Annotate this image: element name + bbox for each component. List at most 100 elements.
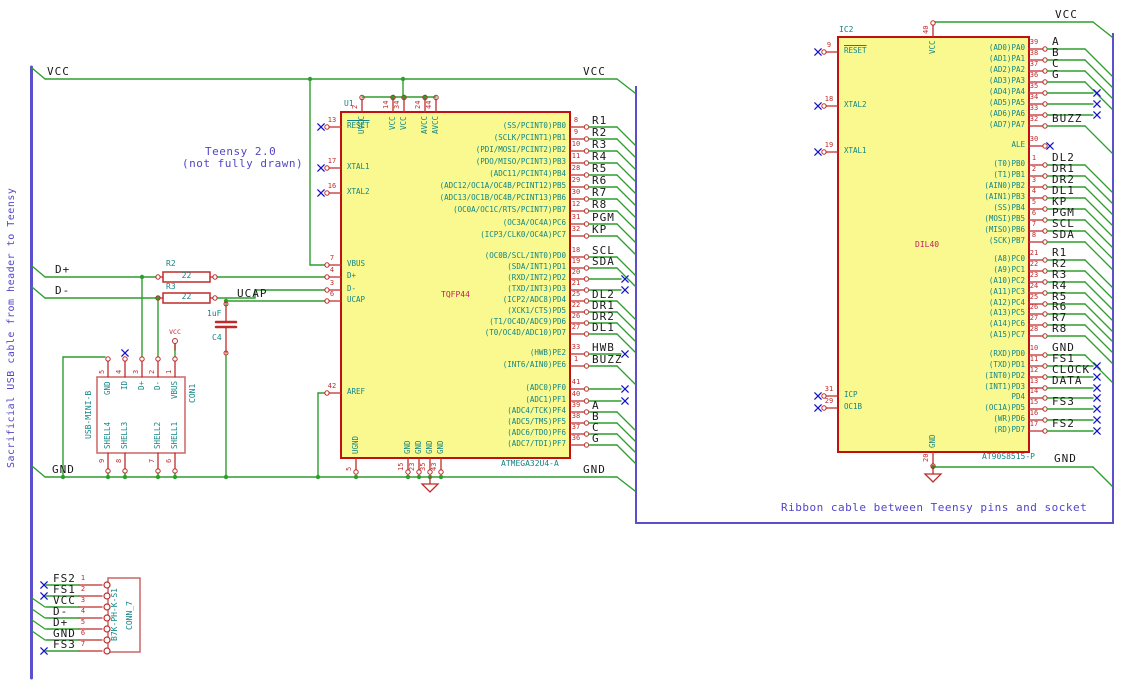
ic2-pin-number: 5 bbox=[1031, 198, 1037, 206]
ic2-pin-name: (A10)PC2 bbox=[988, 276, 1025, 285]
u1-value[interactable]: ATMEGA32U4-A bbox=[501, 460, 559, 468]
ic2-reference[interactable]: IC2 bbox=[839, 26, 853, 34]
c4-reference[interactable]: C4 bbox=[212, 334, 222, 342]
usb-pin-number: 6 bbox=[165, 458, 173, 463]
ic2-pin-name: (MOSI)PB5 bbox=[984, 214, 1025, 223]
c4-value[interactable]: 1uF bbox=[207, 310, 221, 318]
ic2-pin-number: 12 bbox=[1029, 366, 1039, 374]
ic2-pin-name: (AIN1)PB3 bbox=[984, 192, 1025, 201]
u1-pin-number: 31 bbox=[571, 213, 581, 221]
u1-pin-number: 38 bbox=[571, 412, 581, 420]
net-label-r1[interactable]: R1 bbox=[592, 115, 607, 126]
net-label-r6[interactable]: R6 bbox=[592, 175, 607, 186]
u1-pin-name: (ADC4/TCK)PF4 bbox=[507, 406, 566, 415]
u1-pin-number: 12 bbox=[571, 200, 581, 208]
ic2-pin-number: 16 bbox=[1029, 409, 1039, 417]
net-label-r3[interactable]: R3 bbox=[592, 139, 607, 150]
ic2-value[interactable]: AT90S8515-P bbox=[982, 453, 1035, 461]
usb-value[interactable]: USB-MINI-B bbox=[84, 391, 93, 439]
net-label-ic2-vcc[interactable]: VCC bbox=[1055, 9, 1078, 20]
ic2-pin-name: (AIN0)PB2 bbox=[984, 181, 1025, 190]
u1-pin-name: (HWB)PE2 bbox=[529, 348, 566, 357]
ic2-pin-name: (AD4)PA4 bbox=[988, 87, 1025, 96]
ic2-footprint[interactable]: DIL40 bbox=[915, 241, 939, 249]
ic2-pin-name: (A9)PC1 bbox=[993, 265, 1025, 274]
u1-pin-number: 26 bbox=[571, 312, 581, 320]
net-label-vcc-left[interactable]: VCC bbox=[47, 66, 70, 77]
r3-value[interactable]: 22 bbox=[163, 293, 210, 301]
net-label-g[interactable]: G bbox=[592, 433, 600, 444]
ic2-pin-number: 1 bbox=[1031, 154, 1037, 162]
u1-pin-number: 22 bbox=[571, 301, 581, 309]
net-label-fs3[interactable]: FS3 bbox=[53, 639, 76, 650]
u1-pin-number: 25 bbox=[571, 290, 581, 298]
ic2-pin-name: XTAL2 bbox=[844, 100, 867, 109]
ic2-pin-name: RESET bbox=[844, 46, 867, 55]
u1-pin-name: (SDA/INT1)PD1 bbox=[507, 262, 566, 271]
u1-pin-name: (OC0B/SCL/INT0)PD0 bbox=[484, 251, 566, 260]
u1-pin-number: 30 bbox=[571, 188, 581, 196]
net-label-r8[interactable]: R8 bbox=[1052, 323, 1067, 334]
conn7-pin-number: 5 bbox=[80, 618, 86, 626]
u1-pin-number: 14 bbox=[382, 100, 390, 109]
ic2-pin-name: VCC bbox=[928, 40, 937, 54]
net-label-pgm[interactable]: PGM bbox=[592, 212, 615, 223]
ic2-pin-name: (A14)PC6 bbox=[988, 319, 1025, 328]
r3-reference[interactable]: R3 bbox=[166, 283, 176, 291]
net-label-data[interactable]: DATA bbox=[1052, 375, 1083, 386]
net-label-r7[interactable]: R7 bbox=[592, 187, 607, 198]
ic2-pin-number: 10 bbox=[1029, 344, 1039, 352]
usb-pin-number: 3 bbox=[132, 369, 140, 374]
ic2-pin-name: (A8)PC0 bbox=[993, 254, 1025, 263]
ic2-pin-name: (AD3)PA3 bbox=[988, 76, 1025, 85]
ic2-pin-name: (AD2)PA2 bbox=[988, 65, 1025, 74]
net-label-buzz[interactable]: BUZZ bbox=[592, 354, 623, 365]
vcc-power-symbol-label[interactable]: VCC bbox=[163, 329, 187, 336]
net-label-r2[interactable]: R2 bbox=[592, 127, 607, 138]
ic2-pin-number: 15 bbox=[1029, 398, 1039, 406]
conn7-value[interactable]: B7K-PH-K-S1 bbox=[110, 588, 119, 641]
u1-pin-name: (ADC5/TMS)PF5 bbox=[507, 417, 566, 426]
r2-value[interactable]: 22 bbox=[163, 272, 210, 280]
net-label-sda[interactable]: SDA bbox=[1052, 229, 1075, 240]
usb-pin-name: SHELL1 bbox=[170, 421, 179, 449]
u1-pin-name: UCAP bbox=[347, 295, 366, 304]
ic2-pin-number: 28 bbox=[1029, 325, 1039, 333]
net-label-dminus[interactable]: D- bbox=[55, 285, 70, 296]
net-label-sda[interactable]: SDA bbox=[592, 256, 615, 267]
ic2-pin-name: (A12)PC4 bbox=[988, 298, 1025, 307]
u1-pin-number: 27 bbox=[571, 323, 581, 331]
u1-pin-name: D- bbox=[347, 284, 357, 293]
net-label-fs2[interactable]: FS2 bbox=[1052, 418, 1075, 429]
u1-pin-name: (ADC11/PCINT4)PB4 bbox=[489, 169, 566, 178]
net-label-fs3[interactable]: FS3 bbox=[1052, 396, 1075, 407]
net-label-kp[interactable]: KP bbox=[592, 224, 607, 235]
net-label-buzz[interactable]: BUZZ bbox=[1052, 113, 1083, 124]
r2-reference[interactable]: R2 bbox=[166, 260, 176, 268]
ic2-pin-number: 23 bbox=[1029, 271, 1039, 279]
schematic-sheet: VCC 8 (SS/PCINT0)PB0 R1 9 (SCLK/PCINT1)PB1 R2 1… bbox=[0, 0, 1131, 690]
net-label-ucap[interactable]: UCAP bbox=[237, 288, 268, 299]
net-label-dl1[interactable]: DL1 bbox=[592, 322, 615, 333]
ic2-pin-name: (INT0)PD2 bbox=[984, 371, 1025, 380]
u1-pin-name: D+ bbox=[347, 271, 357, 280]
usb-reference[interactable]: CON1 bbox=[188, 384, 197, 403]
ic2-pin-number: 29 bbox=[824, 397, 834, 405]
net-label-gnd-right[interactable]: GND bbox=[583, 464, 606, 475]
net-label-dplus[interactable]: D+ bbox=[55, 264, 70, 275]
net-label-gnd-left[interactable]: GND bbox=[52, 464, 75, 475]
net-label-ic2-gnd[interactable]: GND bbox=[1054, 453, 1077, 464]
ic2-pin-number: 8 bbox=[1031, 231, 1037, 239]
net-label-r4[interactable]: R4 bbox=[592, 151, 607, 162]
u1-pin-name: (ADC1)PF1 bbox=[525, 395, 566, 404]
ic2-pin-name: (AD5)PA5 bbox=[988, 98, 1025, 107]
conn7-reference[interactable]: CONN_7 bbox=[125, 601, 134, 630]
net-label-vcc-right[interactable]: VCC bbox=[583, 66, 606, 77]
net-label-r5[interactable]: R5 bbox=[592, 163, 607, 174]
net-label-hwb[interactable]: HWB bbox=[592, 342, 615, 353]
u1-footprint[interactable]: TQFP44 bbox=[441, 291, 470, 299]
net-label-g[interactable]: G bbox=[1052, 69, 1060, 80]
net-label-r8[interactable]: R8 bbox=[592, 199, 607, 210]
u1-reference[interactable]: U1 bbox=[344, 100, 354, 108]
u1-pin-number: 20 bbox=[571, 268, 581, 276]
